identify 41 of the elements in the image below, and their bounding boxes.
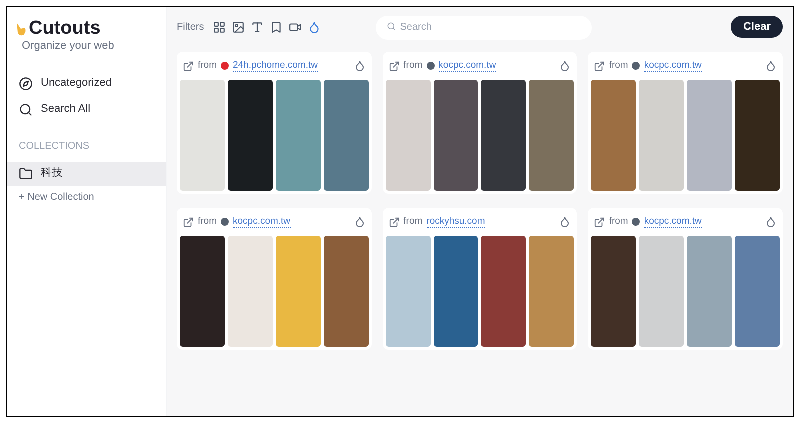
compass-icon: [19, 76, 33, 90]
source-link[interactable]: 24h.pchome.com.tw: [233, 60, 318, 72]
from-label: from: [198, 58, 217, 73]
filter-toggle[interactable]: [250, 20, 266, 34]
droplet-icon[interactable]: [354, 216, 366, 228]
from-label: from: [609, 214, 628, 229]
app-title: Cutouts: [29, 19, 101, 38]
search-icon: [387, 22, 396, 32]
droplet-icon[interactable]: [559, 60, 572, 72]
filter-toggle[interactable]: [212, 20, 228, 34]
external-link-icon[interactable]: [183, 60, 194, 72]
droplet-icon[interactable]: [765, 60, 777, 72]
droplet-icon[interactable]: [559, 216, 572, 228]
from-label: from: [198, 214, 217, 229]
droplet-icon[interactable]: [765, 216, 777, 228]
source-link[interactable]: kocpc.com.tw: [644, 216, 702, 228]
filters-label: Filters: [177, 20, 204, 34]
nav-item[interactable]: Search All: [7, 96, 166, 122]
from-label: from: [404, 214, 423, 229]
source-link[interactable]: rockyhsu.com: [426, 216, 486, 228]
from-label: from: [609, 58, 628, 73]
from-label: from: [404, 58, 423, 73]
filter-toggle[interactable]: [231, 20, 246, 34]
external-link-icon[interactable]: [183, 216, 194, 228]
search-icon: [19, 102, 33, 116]
droplet-icon[interactable]: [354, 60, 366, 72]
search-field[interactable]: Search: [376, 16, 592, 40]
app-tagline: Organize your web: [21, 39, 116, 54]
external-link-icon[interactable]: [388, 60, 400, 72]
source-link[interactable]: kocpc.com.tw: [438, 60, 496, 72]
clear-button[interactable]: Clear: [731, 16, 783, 38]
external-link-icon[interactable]: [594, 216, 606, 228]
nav-item[interactable]: Uncategorized: [7, 70, 166, 96]
folder-icon: [19, 166, 33, 180]
external-link-icon[interactable]: [594, 60, 606, 72]
source-link[interactable]: kocpc.com.tw: [644, 60, 702, 72]
collection-item[interactable]: 科技: [7, 162, 166, 186]
external-link-icon[interactable]: [388, 216, 400, 228]
source-link[interactable]: kocpc.com.tw: [233, 216, 291, 228]
collections-heading: COLLECTIONS: [18, 140, 91, 154]
new-collection-link[interactable]: + New Collection: [7, 190, 166, 204]
